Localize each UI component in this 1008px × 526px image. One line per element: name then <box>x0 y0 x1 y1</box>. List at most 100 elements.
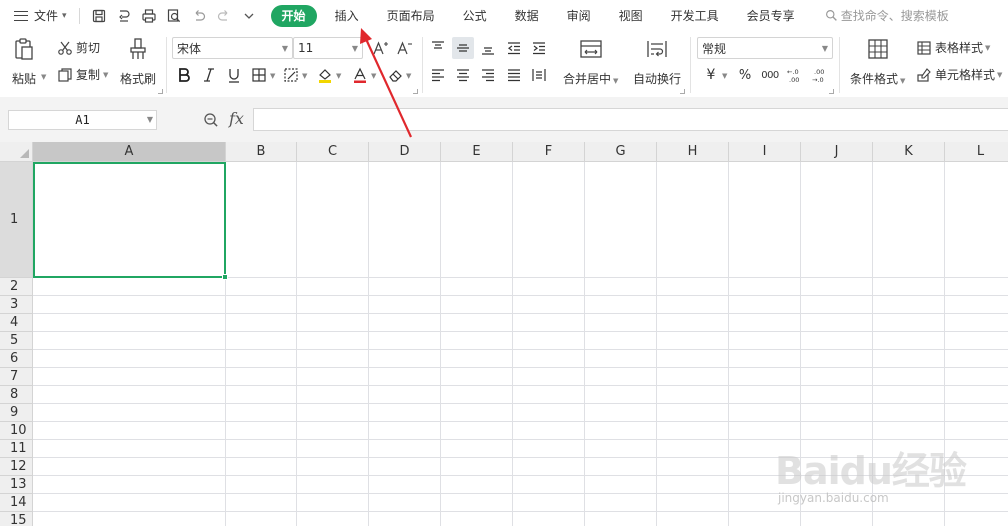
align-middle-button[interactable] <box>452 37 474 59</box>
currency-button[interactable]: ¥ <box>700 64 722 86</box>
row-header-11[interactable]: 11 <box>0 440 33 458</box>
underline-button[interactable] <box>223 64 245 86</box>
cell-style-button[interactable]: 单元格样式 ▼ <box>916 66 1002 83</box>
decrease-indent-button[interactable] <box>503 37 525 59</box>
undo-button[interactable] <box>188 5 210 27</box>
number-format-select[interactable]: 常规 ▼ <box>697 37 833 59</box>
column-header-k[interactable]: K <box>873 142 945 162</box>
align-top-button[interactable] <box>427 37 449 59</box>
column-header-c[interactable]: C <box>297 142 369 162</box>
tab-member[interactable]: 会员专享 <box>735 5 807 27</box>
wrap-text-button[interactable]: 自动换行 <box>633 37 681 87</box>
row-header-14[interactable]: 14 <box>0 494 33 512</box>
row-header-5[interactable]: 5 <box>0 332 33 350</box>
format-painter-button[interactable]: 格式刷 <box>120 37 156 87</box>
justify-button[interactable] <box>503 64 525 86</box>
tab-insert[interactable]: 插入 <box>323 5 371 27</box>
row-header-4[interactable]: 4 <box>0 314 33 332</box>
name-box[interactable]: A1 ▼ <box>8 110 157 130</box>
row-header-15[interactable]: 15 <box>0 512 33 526</box>
formula-input[interactable] <box>253 108 1008 131</box>
row-header-6[interactable]: 6 <box>0 350 33 368</box>
zoom-icon[interactable] <box>203 112 219 128</box>
print-button[interactable] <box>138 5 160 27</box>
conditional-format-button[interactable]: 条件格式 ▼ <box>850 37 905 87</box>
column-header-f[interactable]: F <box>513 142 585 162</box>
column-header-i[interactable]: I <box>729 142 801 162</box>
save-button[interactable] <box>88 5 110 27</box>
chevron-down-icon[interactable]: ▼ <box>41 73 46 81</box>
chevron-down-icon[interactable]: ▼ <box>722 72 727 80</box>
column-header-g[interactable]: G <box>585 142 657 162</box>
increase-decimal-button[interactable]: ←.0.00 <box>784 64 806 86</box>
number-dialog-launcher[interactable] <box>829 89 834 94</box>
row-header-8[interactable]: 8 <box>0 386 33 404</box>
fill-pattern-button[interactable] <box>280 64 302 86</box>
copy-button[interactable]: 复制 ▼ <box>57 66 108 83</box>
file-menu[interactable]: 文件 ▾ <box>10 5 71 27</box>
font-color-button[interactable] <box>349 64 371 86</box>
row-header-13[interactable]: 13 <box>0 476 33 494</box>
tab-data[interactable]: 数据 <box>503 5 551 27</box>
column-header-j[interactable]: J <box>801 142 873 162</box>
decrease-font-size-button[interactable] <box>393 37 415 59</box>
font-name-select[interactable]: 宋体 ▼ <box>172 37 293 59</box>
tab-page-layout[interactable]: 页面布局 <box>375 5 447 27</box>
merge-center-button[interactable]: 合并居中 ▼ <box>563 37 618 87</box>
increase-indent-button[interactable] <box>528 37 550 59</box>
paste-button[interactable]: 粘贴 <box>12 37 36 87</box>
font-dialog-launcher[interactable] <box>413 89 418 94</box>
column-header-h[interactable]: H <box>657 142 729 162</box>
table-style-button[interactable]: 表格样式 ▼ <box>916 39 990 56</box>
tab-review[interactable]: 审阅 <box>555 5 603 27</box>
spreadsheet-grid[interactable]: A B C D E F G H I J K L 1 2 3 4 5 6 7 8 9 10 11 12 13 14 15 <box>0 142 1008 526</box>
align-right-button[interactable] <box>477 64 499 86</box>
row-header-1[interactable]: 1 <box>0 162 33 278</box>
thousands-separator-button[interactable]: 000 <box>758 64 782 86</box>
clear-button[interactable] <box>385 64 407 86</box>
bold-button[interactable] <box>173 64 195 86</box>
fill-handle[interactable] <box>222 274 228 280</box>
select-all-button[interactable] <box>0 142 33 162</box>
print-preview-button[interactable] <box>163 5 185 27</box>
tab-view[interactable]: 视图 <box>607 5 655 27</box>
increase-font-size-button[interactable] <box>369 37 391 59</box>
export-button[interactable] <box>113 5 135 27</box>
command-search[interactable]: 查找命令、搜索模板 <box>825 7 949 24</box>
row-header-3[interactable]: 3 <box>0 296 33 314</box>
borders-button[interactable] <box>248 64 270 86</box>
font-size-select[interactable]: 11 ▼ <box>293 37 363 59</box>
italic-button[interactable] <box>198 64 220 86</box>
row-header-2[interactable]: 2 <box>0 278 33 296</box>
distributed-align-button[interactable] <box>528 64 550 86</box>
clipboard-dialog-launcher[interactable] <box>158 89 163 94</box>
column-header-a[interactable]: A <box>33 142 226 162</box>
tab-developer[interactable]: 开发工具 <box>659 5 731 27</box>
align-left-button[interactable] <box>427 64 449 86</box>
chevron-down-icon[interactable]: ▼ <box>336 72 341 80</box>
column-header-e[interactable]: E <box>441 142 513 162</box>
chevron-down-icon[interactable]: ▼ <box>270 72 275 80</box>
align-center-button[interactable] <box>452 64 474 86</box>
chevron-down-icon[interactable]: ▼ <box>406 72 411 80</box>
insert-function-button[interactable]: fx <box>229 109 244 128</box>
row-header-10[interactable]: 10 <box>0 422 33 440</box>
alignment-dialog-launcher[interactable] <box>680 89 685 94</box>
tab-formulas[interactable]: 公式 <box>451 5 499 27</box>
row-header-12[interactable]: 12 <box>0 458 33 476</box>
decrease-decimal-button[interactable]: .00 →.0 <box>809 64 831 86</box>
percent-button[interactable]: % <box>734 64 756 86</box>
customize-quick-access-button[interactable] <box>238 5 260 27</box>
row-header-9[interactable]: 9 <box>0 404 33 422</box>
column-header-b[interactable]: B <box>226 142 297 162</box>
active-cell-selection[interactable] <box>33 162 228 280</box>
align-bottom-button[interactable] <box>477 37 499 59</box>
redo-button[interactable] <box>213 5 235 27</box>
cut-button[interactable]: 剪切 <box>57 39 100 56</box>
column-header-d[interactable]: D <box>369 142 441 162</box>
chevron-down-icon[interactable]: ▼ <box>302 72 307 80</box>
row-header-7[interactable]: 7 <box>0 368 33 386</box>
fill-color-button[interactable] <box>314 64 336 86</box>
chevron-down-icon[interactable]: ▼ <box>371 72 376 80</box>
tab-home[interactable]: 开始 <box>270 4 317 27</box>
